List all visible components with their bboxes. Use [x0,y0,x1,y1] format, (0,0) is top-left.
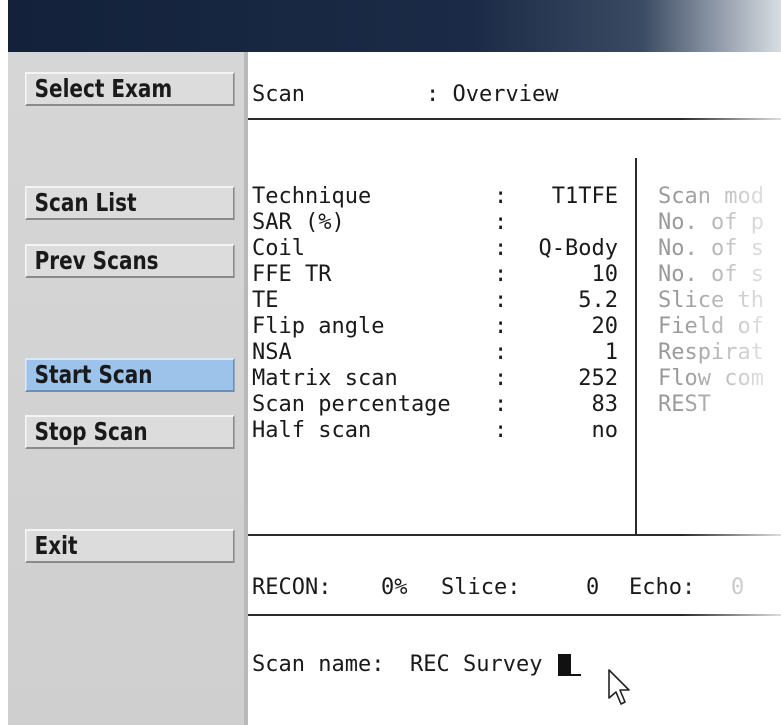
param-label: NSA [252,340,292,365]
slice-label: Slice: [441,575,521,600]
param-row: Scan percentage: 83 [248,392,628,418]
param-value: no [591,418,619,443]
param-label: Technique [252,184,372,209]
param-sep: : [494,366,508,391]
param-value: 5.2 [578,288,618,313]
status-rule-top [248,534,781,536]
right-param-label: Slice th [658,288,764,313]
header-label: Scan [252,82,305,107]
slice-value: 0 [586,575,600,600]
param-row: NSA: 1 [248,340,628,366]
column-divider [635,158,637,534]
right-param-label: Field of [658,314,764,339]
param-label: Half scan [252,418,372,443]
button-panel: Select Exam Scan List Prev Scans Start S… [8,52,244,725]
param-label: Scan percentage [252,392,451,417]
right-param-label: No. of p [658,210,764,235]
right-param-label: Scan mod [658,184,764,209]
param-label: FFE TR [252,262,332,287]
param-row: Technique: T1TFE [248,184,628,210]
parameter-list: Technique: T1TFE SAR (%): Coil: Q-Body FFE… [248,184,634,454]
param-value: 10 [591,262,619,287]
param-sep: : [494,340,508,365]
window-edge [0,0,8,725]
recon-value: 0% [381,575,408,600]
param-row: FFE TR: 10 [248,262,628,288]
echo-value: 0 [731,575,745,600]
title-bar [8,0,781,52]
param-label: Matrix scan [252,366,398,391]
param-value: 252 [578,366,618,391]
scan-console: Scan : Overview Technique: T1TFE SAR (%):… [248,72,781,725]
scan-list-button[interactable]: Scan List [25,186,235,220]
recon-label: RECON: [252,575,332,600]
param-sep: : [494,236,508,261]
param-label: SAR (%) [252,210,345,235]
param-value: Q-Body [538,236,618,261]
param-sep: : [494,314,508,339]
param-row: Flip angle: 20 [248,314,628,340]
command-input-value[interactable]: REC Survey [410,652,542,678]
param-row: Half scan: no [248,418,628,444]
right-parameter-list: Scan mod No. of p No. of s No. of s Slic… [658,184,781,424]
param-label: Coil [252,236,305,261]
param-label: TE [252,288,279,313]
param-label: Flip angle [252,314,385,339]
command-line[interactable]: Scan name: REC Survey [248,652,781,682]
param-row: TE: 5.2 [248,288,628,314]
param-row: SAR (%): [248,210,628,236]
cursor-underscore [571,674,581,676]
text-cursor-icon [558,654,571,676]
param-row: Matrix scan: 252 [248,366,628,392]
command-label: Scan name: [252,652,385,677]
header-rule [248,118,781,120]
param-sep: : [494,184,508,209]
stop-scan-button[interactable]: Stop Scan [25,415,235,449]
param-value: 1 [604,340,618,365]
echo-label: Echo: [629,575,696,600]
mouse-pointer-icon [608,669,630,705]
select-exam-button[interactable]: Select Exam [25,72,235,106]
param-row: Coil: Q-Body [248,236,628,262]
param-sep: : [494,288,508,313]
right-param-label: No. of s [658,236,764,261]
param-sep: : [494,418,508,443]
right-param-label: Flow com [658,366,764,391]
param-value: 83 [591,392,619,417]
header-value: : Overview [426,82,559,107]
right-param-label: REST [658,392,711,417]
right-param-label: Respirat [658,340,764,365]
param-sep: : [494,210,508,235]
exit-button[interactable]: Exit [25,529,235,563]
param-value: 20 [591,314,619,339]
start-scan-button[interactable]: Start Scan [25,358,235,392]
status-rule-bottom [248,614,781,616]
right-param-label: No. of s [658,262,764,287]
param-value: T1TFE [551,184,618,209]
param-sep: : [494,392,508,417]
prev-scans-button[interactable]: Prev Scans [25,244,235,278]
param-sep: : [494,262,508,287]
